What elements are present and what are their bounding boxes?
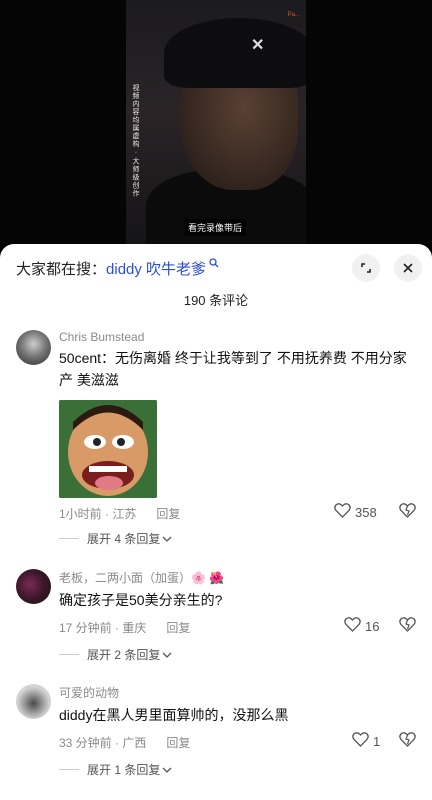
comment-meta: 1小时前 · 江苏 回复 [59,505,180,522]
cap-logo-icon: ✕ [251,37,265,54]
expand-replies-button[interactable]: 展开 2 条回复 [59,646,172,663]
comment-text: 50cent：无伤离婚 终于让我等到了 不用抚养费 不用分家产 美滋滋 [59,350,407,388]
like-button[interactable]: 358 [334,503,377,521]
trending-search-keyword[interactable]: diddy 吹牛老爹 [106,261,206,278]
comment-text: diddy在黑人男里面算帅的，没那么黑 [59,707,289,723]
comment-text: 确定孩子是50美分亲生的? [59,592,223,608]
comment-count: 190 条评论 [183,293,249,308]
broken-heart-icon[interactable] [399,503,416,523]
reply-button[interactable]: 回复 [156,507,180,521]
like-count: 358 [355,504,377,520]
avatar[interactable] [16,684,51,719]
like-button[interactable]: 16 [344,617,379,635]
comment-time-location: 1小时前 · 江苏 [59,507,137,521]
video-person-cap [164,18,306,88]
comment-username[interactable]: Chris Bumstead [59,330,144,344]
trending-search-prefix: 大家都在搜： [16,261,107,278]
heart-icon [352,732,369,750]
expand-divider [59,538,79,539]
comment-username[interactable]: 可爱的动物 [59,684,119,701]
broken-heart-icon[interactable] [399,732,416,752]
video-subtitle: 看完录像带后 [184,219,247,236]
like-count: 16 [365,618,380,634]
search-icon [206,258,219,271]
expand-replies-button[interactable]: 展开 4 条回复 [59,530,172,547]
trending-search[interactable]: 大家都在搜：diddy 吹牛老爹 [16,258,219,279]
video-frame[interactable]: ✕ Pa... 视频内容均属虚构 · 大师级创作 看完录像带后 [126,0,306,244]
expand-replies-label: 展开 2 条回复 [87,648,161,662]
close-icon[interactable] [394,254,422,282]
comment-meta: 17 分钟前 · 重庆 回复 [59,619,190,636]
video-vertical-caption: 视频内容均属虚构 · 大师级创作 [132,84,139,198]
comment-time-location: 17 分钟前 · 重庆 [59,621,147,635]
broken-heart-icon[interactable] [399,617,416,637]
reply-button[interactable]: 回复 [166,736,190,750]
chevron-down-icon [162,648,172,662]
avatar[interactable] [16,569,51,604]
chevron-down-icon [162,763,172,777]
expand-divider [59,769,79,770]
chevron-down-icon [162,532,172,546]
like-button[interactable]: 1 [352,732,380,750]
heart-icon [334,503,351,521]
video-player[interactable]: ✕ Pa... 视频内容均属虚构 · 大师级创作 看完录像带后 [0,0,432,244]
expand-replies-label: 展开 4 条回复 [87,532,161,546]
heart-icon [344,617,361,635]
comment-time-location: 33 分钟前 · 广西 [59,736,147,750]
reply-button[interactable]: 回复 [166,621,190,635]
avatar[interactable] [16,330,51,365]
comment-sticker-image[interactable] [59,400,157,498]
comment-sheet: 大家都在搜：diddy 吹牛老爹 190 条评论 Chris Bumstead … [0,244,432,800]
expand-replies-label: 展开 1 条回复 [87,763,161,777]
expand-divider [59,654,79,655]
expand-icon[interactable] [352,254,380,282]
video-watermark: Pa... [287,12,300,18]
like-count: 1 [373,733,381,749]
comment-username[interactable]: 老板，二两小面（加蛋）🌸 🌺 [59,569,224,586]
expand-replies-button[interactable]: 展开 1 条回复 [59,761,172,778]
comment-meta: 33 分钟前 · 广西 回复 [59,734,190,751]
